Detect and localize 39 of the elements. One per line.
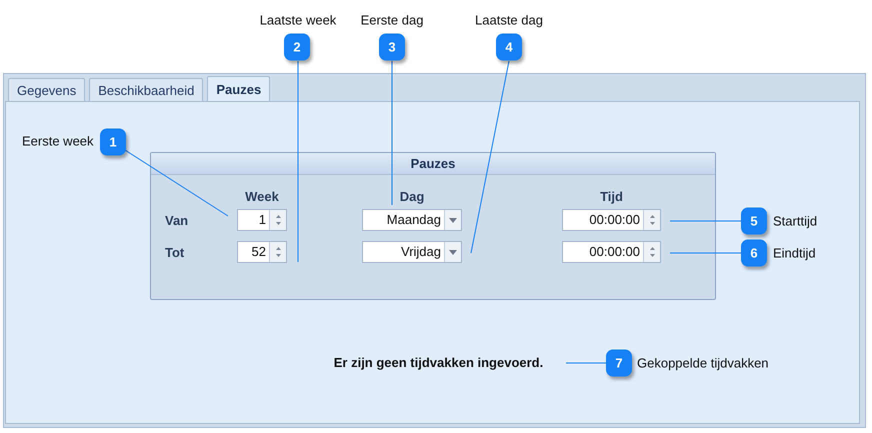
callout-label: Eerste dag xyxy=(360,12,424,28)
empty-message: Er zijn geen tijdvakken ingevoerd. xyxy=(334,355,544,370)
callout-badge: 1 xyxy=(100,128,126,156)
callout-label: Starttijd xyxy=(773,214,818,228)
group-title: Pauzes xyxy=(151,153,715,175)
column-heading: Week xyxy=(245,189,279,204)
tab[interactable]: Beschikbaarheid xyxy=(89,78,204,101)
leader-line xyxy=(566,362,606,364)
tab[interactable]: Gegevens xyxy=(8,78,86,101)
spin-arrows-icon[interactable] xyxy=(274,214,282,226)
callout-badge: 3 xyxy=(379,34,405,60)
day-dropdown[interactable]: Maandag xyxy=(362,209,462,231)
callout-badge: 4 xyxy=(496,34,522,60)
time-spinner[interactable]: 00:00:00 xyxy=(562,209,661,231)
spin-arrows-icon[interactable] xyxy=(648,214,656,226)
leader-line xyxy=(670,252,742,254)
column-heading: Tijd xyxy=(600,189,623,204)
callout-label: Gekoppelde tijdvakken xyxy=(637,356,769,370)
tab[interactable]: Pauzes xyxy=(207,76,270,102)
spin-arrows-icon[interactable] xyxy=(274,246,282,258)
week-spinner[interactable]: 52 xyxy=(237,241,287,263)
spin-arrows-icon[interactable] xyxy=(648,246,656,258)
callout-label: Laatste week xyxy=(260,12,336,28)
callout-badge: 5 xyxy=(741,208,767,234)
row-label: Van xyxy=(165,212,188,228)
row-label: Tot xyxy=(165,244,184,260)
callout-label: Eindtijd xyxy=(773,246,816,260)
caret-icon[interactable] xyxy=(449,218,457,222)
day-dropdown[interactable]: Vrijdag xyxy=(362,241,462,263)
callout-label: Eerste week xyxy=(22,134,94,148)
caret-icon[interactable] xyxy=(449,250,457,254)
leader-line xyxy=(670,220,742,222)
column-heading: Dag xyxy=(400,189,424,204)
time-spinner[interactable]: 00:00:00 xyxy=(562,241,661,263)
callout-label: Laatste dag xyxy=(475,12,543,28)
callout-badge: 6 xyxy=(741,240,767,266)
week-spinner[interactable]: 1 xyxy=(237,209,287,231)
callout-badge: 2 xyxy=(284,34,310,60)
callout-badge: 7 xyxy=(606,350,632,376)
